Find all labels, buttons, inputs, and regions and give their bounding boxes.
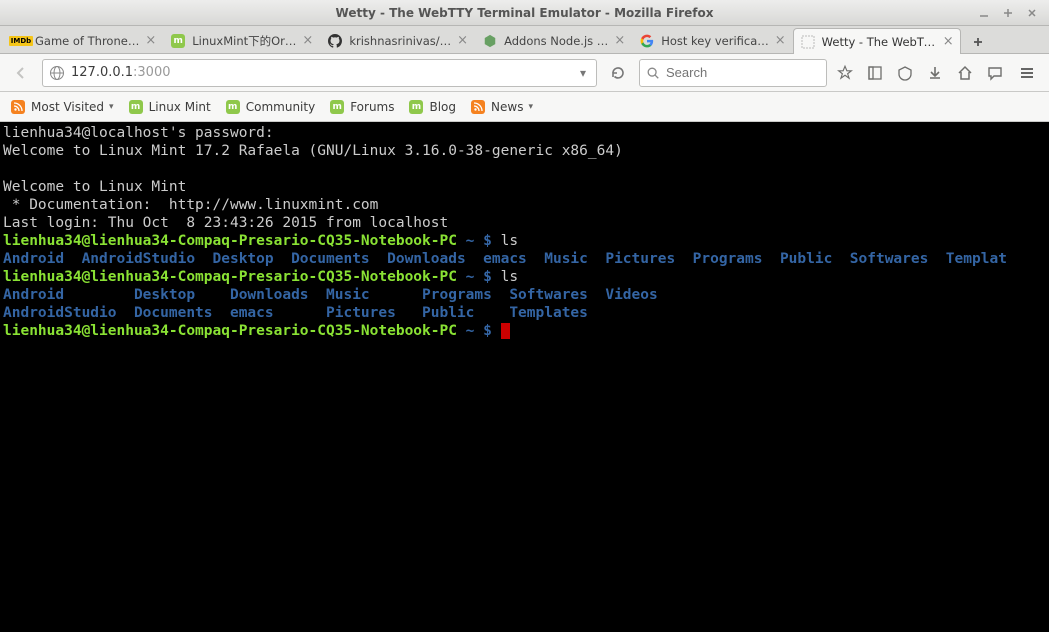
tab-label: krishnasrinivas/… [349, 34, 451, 48]
tab-close-icon[interactable]: × [145, 33, 156, 48]
terminal-line: * Documentation: http://www.linuxmint.co… [3, 197, 378, 213]
imdb-favicon: IMDb [13, 33, 29, 49]
terminal-prompt-user: lienhua34@lienhua34-Compaq-Presario-CQ35… [3, 233, 457, 249]
blank-favicon [800, 34, 816, 50]
mint-icon: m [329, 99, 345, 115]
terminal-prompt-path: ~ $ [457, 269, 501, 285]
mint-icon: m [128, 99, 144, 115]
bookmark-label: Community [246, 100, 315, 114]
search-icon [646, 66, 660, 80]
mint-icon: m [408, 99, 424, 115]
tab-close-icon[interactable]: × [302, 33, 313, 48]
bookmark-label: Forums [350, 100, 394, 114]
terminal-prompt-user: lienhua34@lienhua34-Compaq-Presario-CQ35… [3, 323, 457, 339]
url-text[interactable]: 127.0.0.1:3000 [71, 65, 570, 80]
bookmarks-list-button[interactable] [865, 63, 885, 83]
terminal-ls-output: Android Desktop Downloads Music Programs… [3, 287, 658, 303]
back-button[interactable] [8, 60, 34, 86]
bookmark-star-button[interactable] [835, 63, 855, 83]
bookmark-most-visited[interactable]: Most Visited ▾ [10, 99, 114, 115]
terminal-line: lienhua34@localhost's password: [3, 125, 274, 141]
terminal-prompt-path: ~ $ [457, 323, 501, 339]
tab-label: Host key verifica… [661, 34, 769, 48]
mint-icon: m [225, 99, 241, 115]
url-port: :3000 [133, 65, 170, 80]
url-host: 127.0.0.1 [71, 65, 133, 80]
search-input[interactable] [666, 65, 842, 80]
browser-tab[interactable]: Host key verifica… × [632, 27, 792, 53]
tab-close-icon[interactable]: × [457, 33, 468, 48]
bookmark-community[interactable]: m Community [225, 99, 315, 115]
terminal[interactable]: lienhua34@localhost's password: Welcome … [0, 122, 1049, 632]
bookmark-label: Blog [429, 100, 456, 114]
bookmarks-bar: Most Visited ▾ m Linux Mint m Community … [0, 92, 1049, 122]
reload-button[interactable] [605, 60, 631, 86]
terminal-cursor [501, 323, 510, 339]
menu-button[interactable] [1013, 59, 1041, 87]
terminal-command: ls [501, 233, 518, 249]
browser-tab[interactable]: krishnasrinivas/… × [320, 27, 475, 53]
google-favicon [639, 33, 655, 49]
bookmark-forums[interactable]: m Forums [329, 99, 394, 115]
chat-icon[interactable] [985, 63, 1005, 83]
terminal-ls-output: Android AndroidStudio Desktop Documents … [3, 251, 1007, 267]
rss-icon [470, 99, 486, 115]
bookmark-linux-mint[interactable]: m Linux Mint [128, 99, 211, 115]
browser-tab[interactable]: IMDb Game of Throne… × [6, 27, 163, 53]
toolbar-right-icons [835, 63, 1005, 83]
terminal-ls-output: AndroidStudio Documents emacs Pictures P… [3, 305, 588, 321]
globe-icon [49, 65, 65, 81]
bookmark-blog[interactable]: m Blog [408, 99, 456, 115]
rss-icon [10, 99, 26, 115]
search-bar[interactable] [639, 59, 827, 87]
new-tab-button[interactable] [965, 31, 991, 53]
pocket-button[interactable] [895, 63, 915, 83]
tab-label: Addons Node.js … [504, 34, 608, 48]
url-bar[interactable]: 127.0.0.1:3000 ▾ [42, 59, 597, 87]
terminal-line: Welcome to Linux Mint [3, 179, 186, 195]
tab-label: LinuxMint下的Or… [192, 33, 296, 49]
browser-tabstrip: IMDb Game of Throne… × m LinuxMint下的Or… … [0, 26, 1049, 54]
window-title: Wetty - The WebTTY Terminal Emulator - M… [6, 6, 1043, 20]
url-dropdown-icon[interactable]: ▾ [576, 66, 590, 80]
bookmark-label: Linux Mint [149, 100, 211, 114]
browser-tab[interactable]: m LinuxMint下的Or… × [163, 27, 320, 53]
window-close-button[interactable] [1023, 4, 1041, 22]
window-titlebar: Wetty - The WebTTY Terminal Emulator - M… [0, 0, 1049, 26]
bookmark-label: News [491, 100, 523, 114]
mint-favicon: m [170, 33, 186, 49]
github-favicon [327, 33, 343, 49]
downloads-button[interactable] [925, 63, 945, 83]
browser-navbar: 127.0.0.1:3000 ▾ [0, 54, 1049, 92]
terminal-command: ls [501, 269, 518, 285]
chevron-down-icon: ▾ [109, 102, 114, 112]
window-minimize-button[interactable] [975, 4, 993, 22]
node-favicon [482, 33, 498, 49]
tab-close-icon[interactable]: × [943, 34, 954, 49]
bookmark-news[interactable]: News ▾ [470, 99, 533, 115]
terminal-prompt-user: lienhua34@lienhua34-Compaq-Presario-CQ35… [3, 269, 457, 285]
terminal-line: Welcome to Linux Mint 17.2 Rafaela (GNU/… [3, 143, 623, 159]
tab-label: Game of Throne… [35, 34, 139, 48]
tab-close-icon[interactable]: × [614, 33, 625, 48]
terminal-prompt-path: ~ $ [457, 233, 501, 249]
browser-tab-active[interactable]: Wetty - The WebTTY … × [793, 28, 961, 54]
tab-close-icon[interactable]: × [775, 33, 786, 48]
tab-label: Wetty - The WebTTY … [822, 35, 937, 49]
window-maximize-button[interactable] [999, 4, 1017, 22]
browser-tab[interactable]: Addons Node.js … × [475, 27, 632, 53]
chevron-down-icon: ▾ [528, 102, 533, 112]
bookmark-label: Most Visited [31, 100, 104, 114]
home-button[interactable] [955, 63, 975, 83]
terminal-line: Last login: Thu Oct 8 23:43:26 2015 from… [3, 215, 448, 231]
